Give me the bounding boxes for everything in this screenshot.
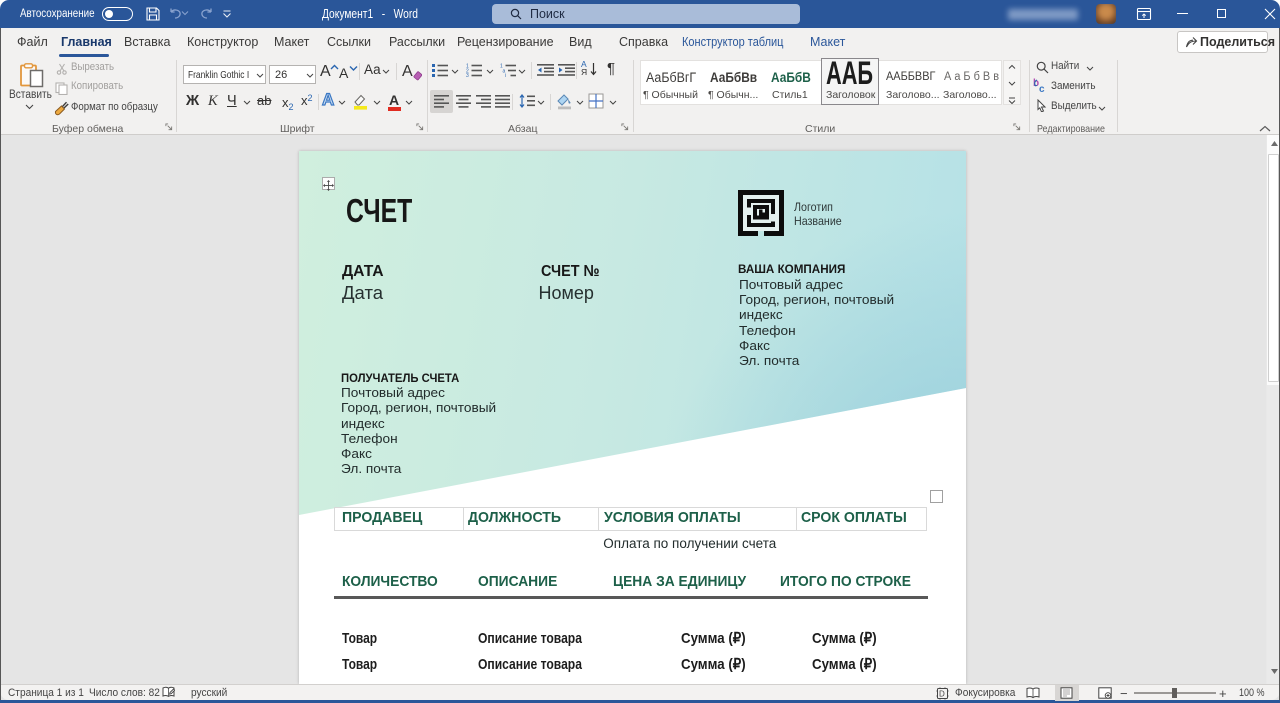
svg-text:3: 3: [466, 73, 469, 77]
svg-text:D: D: [939, 689, 945, 698]
svg-text:i: i: [505, 73, 506, 77]
